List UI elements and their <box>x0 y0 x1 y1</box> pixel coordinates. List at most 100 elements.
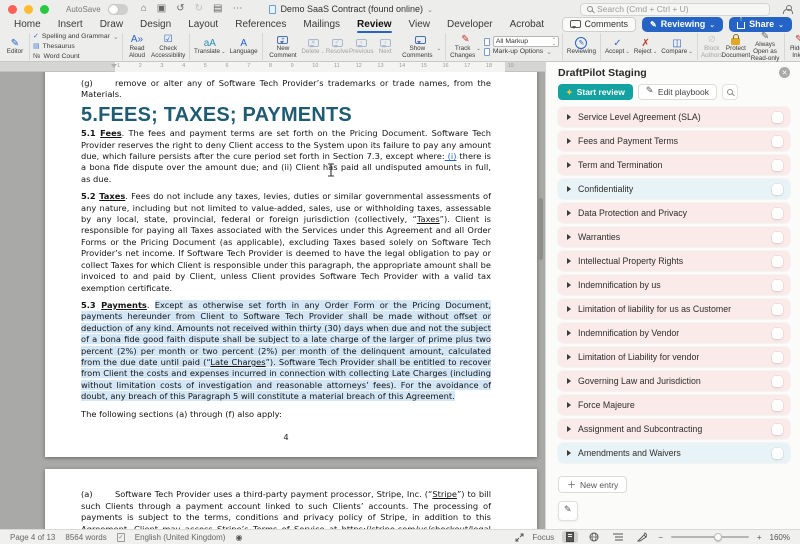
clause-checkbox[interactable] <box>772 303 783 315</box>
expand-caret-icon[interactable] <box>567 234 571 240</box>
clause-checkbox[interactable] <box>772 399 783 411</box>
ribbon-reject-button[interactable]: ✗ Reject <box>633 36 658 57</box>
more-icon[interactable]: ⋯ <box>230 4 244 14</box>
clause-checkbox[interactable] <box>772 183 783 195</box>
document-title-group[interactable]: Demo SaaS Contract (found online) <box>269 4 432 14</box>
menu-tab-review[interactable]: Review <box>357 19 392 33</box>
language-indicator[interactable]: English (United Kingdom) <box>135 533 226 542</box>
ribbon-compare-button[interactable]: ◫ Compare <box>660 36 694 57</box>
collapse-ribbon-icon[interactable]: ⌃ <box>789 44 795 52</box>
ribbon-read-aloud-button[interactable]: A» Read Aloud <box>126 33 149 61</box>
minimize-window-button[interactable] <box>24 4 33 14</box>
vertical-scrollbar[interactable] <box>538 198 543 260</box>
zoom-out-button[interactable]: − <box>658 533 663 542</box>
ribbon-editor-button[interactable]: ✎ Editor <box>4 36 26 57</box>
save-icon[interactable]: ▣ <box>155 4 168 14</box>
menu-tab-view[interactable]: View <box>409 19 431 30</box>
menu-tab-draw[interactable]: Draw <box>100 19 123 30</box>
page-indicator[interactable]: Page 4 of 13 <box>10 533 55 542</box>
markup-view-select[interactable]: All Markup ⌃ ⌄ <box>483 36 559 47</box>
clause-checkbox[interactable] <box>772 135 783 147</box>
clause-item-amendments-and-waivers[interactable]: Amendments and Waivers <box>558 443 790 463</box>
zoom-slider[interactable] <box>670 532 749 541</box>
clause-checkbox[interactable] <box>772 255 783 267</box>
ribbon-thesaurus-button[interactable]: ▤ Thesaurus <box>33 43 119 51</box>
clause-item-force-majeure[interactable]: Force Majeure <box>558 395 790 415</box>
proofing-status-icon[interactable]: ✓ <box>116 532 125 542</box>
close-window-button[interactable] <box>8 4 17 14</box>
new-entry-button[interactable]: ＋ New entry <box>558 476 628 493</box>
draft-view-button[interactable] <box>634 531 650 543</box>
panel-search-button[interactable] <box>721 84 738 100</box>
print-layout-view-button[interactable] <box>562 531 579 543</box>
expand-caret-icon[interactable] <box>567 378 571 384</box>
menu-tab-references[interactable]: References <box>235 19 286 30</box>
clause-item-service-level-agreement-sla[interactable]: Service Level Agreement (SLA) <box>558 107 790 127</box>
clause-checkbox[interactable] <box>772 207 783 219</box>
clause-checkbox[interactable] <box>772 159 783 171</box>
clause-item-confidentiality[interactable]: Confidentiality <box>558 179 790 199</box>
document-canvas[interactable]: (g) remove or alter any of Software Tech … <box>0 72 545 529</box>
clause-item-indemnification-by-vendor[interactable]: Indemnification by Vendor <box>558 323 790 343</box>
comments-button[interactable]: Comments <box>561 16 637 32</box>
print-icon[interactable]: ▤ <box>211 4 224 14</box>
home-icon[interactable]: ⌂ <box>139 4 149 14</box>
clause-checkbox[interactable] <box>772 279 783 291</box>
expand-caret-icon[interactable] <box>567 354 571 360</box>
ribbon-spelling-and-grammar-button[interactable]: ✓ Spelling and Grammar <box>33 33 119 41</box>
clause-item-indemnification-by-us[interactable]: Indemnification by us <box>558 275 790 295</box>
ribbon-language-button[interactable]: A Language <box>229 36 259 57</box>
reviewing-mode-button[interactable]: ✎ Reviewing <box>642 16 724 32</box>
expand-caret-icon[interactable] <box>567 210 571 216</box>
autosave-toggle[interactable] <box>107 3 128 15</box>
menu-tab-acrobat[interactable]: Acrobat <box>510 19 544 30</box>
ribbon-word-count-button[interactable]: № Word Count <box>33 53 119 61</box>
menu-tab-developer[interactable]: Developer <box>447 19 493 30</box>
clause-checkbox[interactable] <box>772 375 783 387</box>
clause-item-limitation-of-liability-for-us-as-customer[interactable]: Limitation of liability for us as Custom… <box>558 299 790 319</box>
menu-tab-layout[interactable]: Layout <box>188 19 218 30</box>
ribbon-reviewing-button[interactable]: ✎ Reviewing <box>566 36 597 57</box>
close-panel-icon[interactable] <box>779 67 790 78</box>
expand-caret-icon[interactable] <box>567 306 571 312</box>
ribbon-track-changes-button[interactable]: ✎ Track Changes <box>449 33 482 61</box>
expand-caret-icon[interactable] <box>567 162 571 168</box>
clause-checkbox[interactable] <box>772 111 783 123</box>
clause-item-fees-and-payment-terms[interactable]: Fees and Payment Terms <box>558 131 790 151</box>
clause-item-term-and-termination[interactable]: Term and Termination <box>558 155 790 175</box>
ribbon-accept-button[interactable]: ✓ Accept <box>604 36 631 57</box>
zoom-slider-thumb[interactable] <box>713 532 722 541</box>
web-layout-view-button[interactable] <box>586 531 602 543</box>
dictation-icon[interactable]: ◉ <box>235 533 242 542</box>
expand-caret-icon[interactable] <box>567 402 571 408</box>
outline-view-button[interactable] <box>610 531 626 543</box>
clause-item-assignment-and-subcontracting[interactable]: Assignment and Subcontracting <box>558 419 790 439</box>
clause-checkbox[interactable] <box>772 327 783 339</box>
markup-options-button[interactable]: Mark-up Options <box>483 47 559 56</box>
zoom-level[interactable]: 160% <box>770 533 790 542</box>
edit-entry-button[interactable] <box>558 501 578 521</box>
ribbon-protect-document-button[interactable]: Protect Document <box>722 33 750 61</box>
zoom-window-button[interactable] <box>40 4 49 14</box>
ribbon-translate-button[interactable]: aA Translate <box>193 36 227 57</box>
ruler[interactable]: 1 2 3 4 5 6 7 8 9 10 11 12 13 14 15 16 17 18 19 <box>0 62 545 72</box>
document-page[interactable]: (g) remove or alter any of Software Tech … <box>45 72 537 458</box>
edit-playbook-button[interactable]: Edit playbook <box>637 84 717 100</box>
ribbon-show-comments-button[interactable]: Show Comments <box>398 33 442 61</box>
clause-item-limitation-of-liability-for-vendor[interactable]: Limitation of Liability for vendor <box>558 347 790 367</box>
expand-caret-icon[interactable] <box>567 450 571 456</box>
focus-button[interactable]: Focus <box>532 533 554 542</box>
ribbon-check-accessibility-button[interactable]: ☑ Check Accessibility <box>150 33 186 61</box>
document-page[interactable]: (a) Software Tech Provider uses a third-p… <box>45 469 537 529</box>
clause-item-intellectual-property-rights[interactable]: Intellectual Property Rights <box>558 251 790 271</box>
clause-checkbox[interactable] <box>772 351 783 363</box>
clause-item-warranties[interactable]: Warranties <box>558 227 790 247</box>
clause-checkbox[interactable] <box>772 447 783 459</box>
word-count[interactable]: 8564 words <box>65 533 106 542</box>
menu-tab-mailings[interactable]: Mailings <box>303 19 340 30</box>
start-review-button[interactable]: ✦ Start review <box>558 84 633 100</box>
clause-item-governing-law-and-jurisdiction[interactable]: Governing Law and Jurisdiction <box>558 371 790 391</box>
menu-tab-design[interactable]: Design <box>140 19 171 30</box>
expand-caret-icon[interactable] <box>567 330 571 336</box>
menu-tab-insert[interactable]: Insert <box>58 19 83 30</box>
